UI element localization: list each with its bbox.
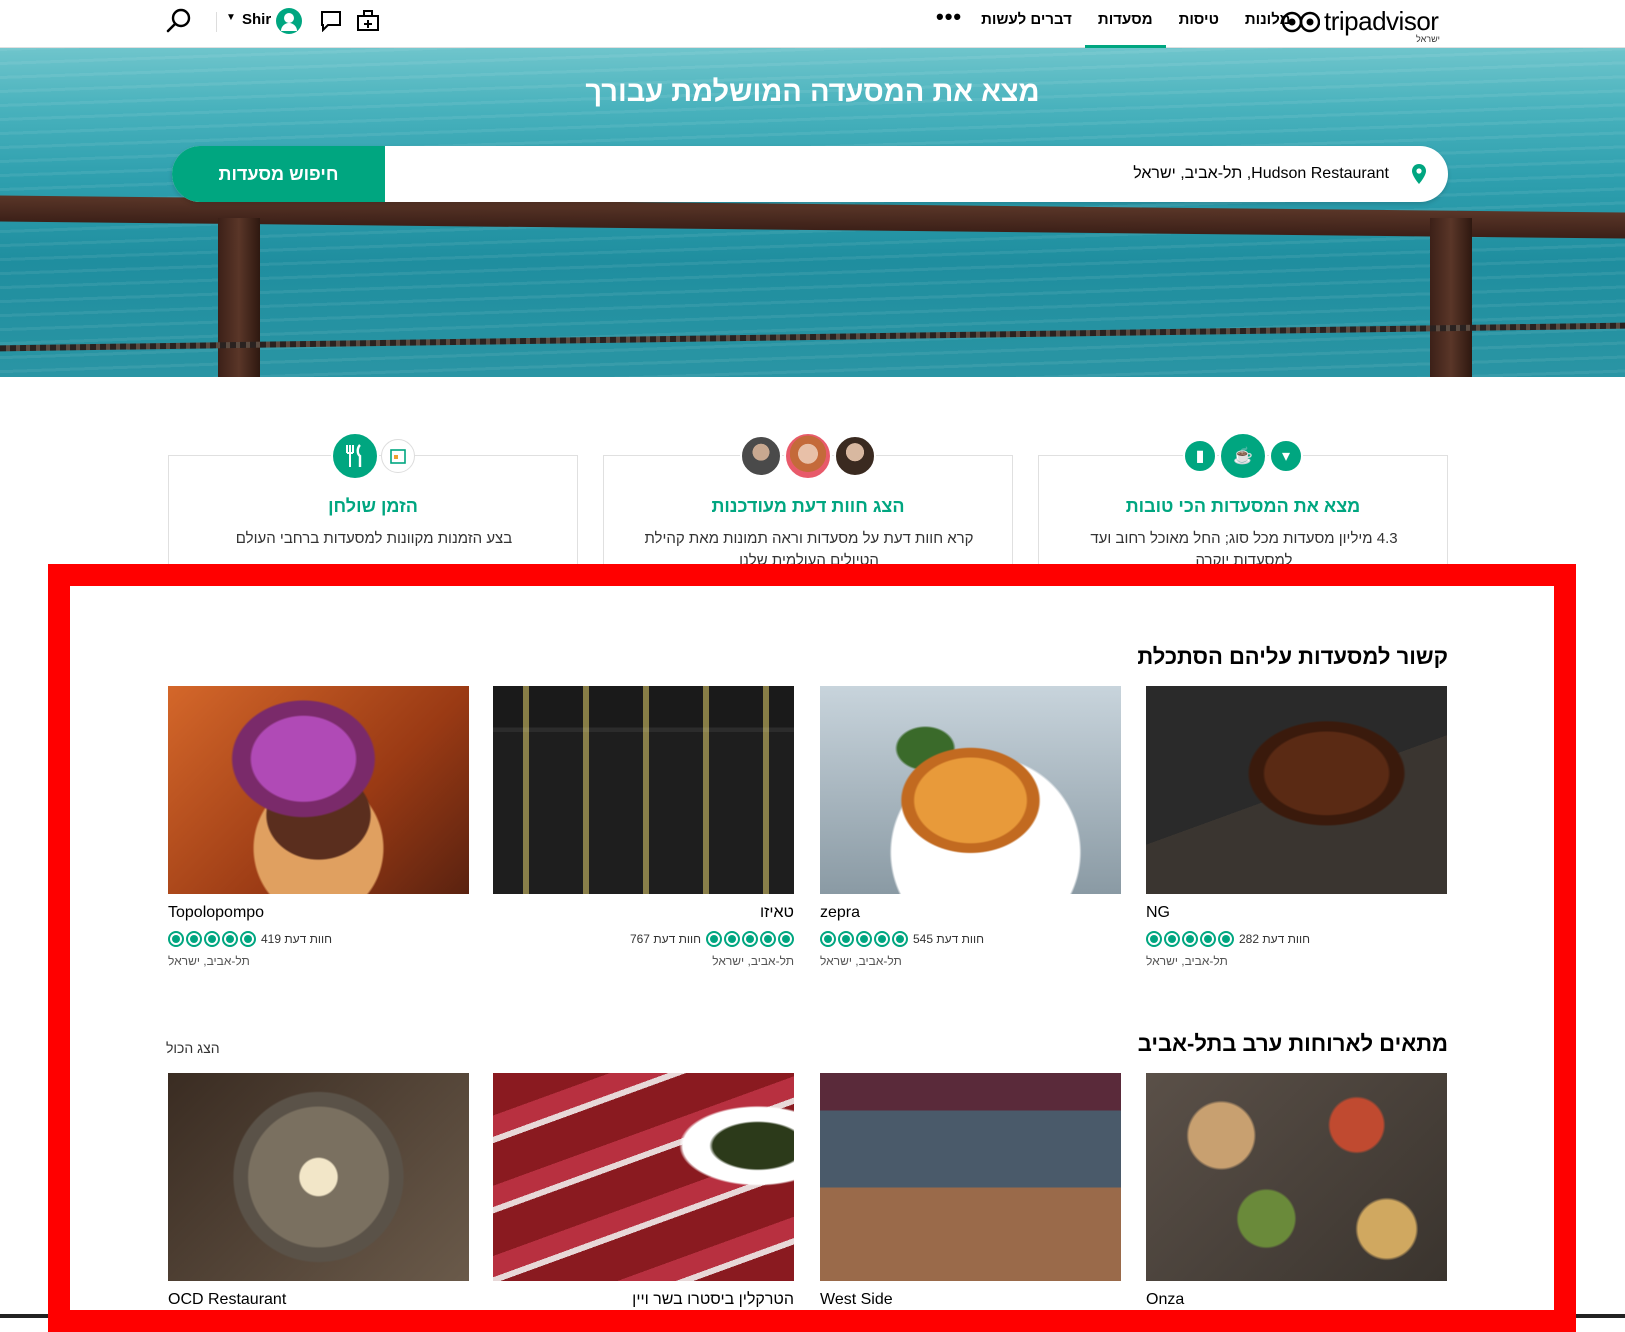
restaurant-name[interactable]: Onza — [1146, 1291, 1184, 1309]
restaurant-photo[interactable] — [168, 1073, 469, 1281]
restaurant-name[interactable]: West Side — [820, 1291, 893, 1309]
nav-things-to-do[interactable]: דברים לעשות — [968, 0, 1085, 48]
restaurant-name[interactable]: Topolopompo — [168, 904, 264, 922]
restaurant-name[interactable]: zepra — [820, 904, 860, 922]
section-title-recently-viewed: קשור למסעדות עליהם הסתכלת — [1137, 644, 1448, 669]
reviewer-avatar — [784, 432, 832, 480]
feature-title: הזמן שולחן — [328, 496, 418, 516]
restaurant-name[interactable]: טאיזו — [760, 904, 794, 922]
restaurant-location: תל-אביב, ישראל — [1146, 954, 1228, 968]
nav-hotels[interactable]: מלונות — [1232, 0, 1304, 48]
feature-reviews: הצג חוות דעת מעודכנות קרא חוות דעת על מס… — [603, 432, 1013, 575]
feature-icons — [169, 432, 577, 480]
tripadvisor-logo[interactable]: tripadvisor ישראל — [1282, 6, 1450, 44]
section-title-dinner: מתאים לארוחות ערב בתל-אביב — [1137, 1031, 1448, 1056]
rating-row: 545 חוות דעת — [820, 931, 984, 947]
feature-title: הצג חוות דעת מעודכנות — [711, 496, 905, 516]
restaurant-photo[interactable] — [493, 1073, 794, 1281]
restaurant-photo[interactable] — [493, 686, 794, 894]
reviewer-avatars — [604, 432, 1012, 480]
feature-description: בצע הזמנות מקוונות למסעדות ברחבי העולם — [235, 530, 513, 547]
show-all-link[interactable]: הצג הכול — [166, 1040, 220, 1056]
search-restaurants-button[interactable]: חיפוש מסעדות — [172, 146, 385, 202]
restaurant-photo[interactable] — [168, 686, 469, 894]
user-name[interactable]: Shir — [242, 11, 271, 28]
top-navigation: tripadvisor ישראל מלונות טיסות מסעדות דב… — [0, 0, 1625, 48]
trips-icon[interactable] — [356, 8, 380, 34]
nav-more-button[interactable]: ••• — [918, 0, 968, 48]
fork-knife-icon — [331, 432, 379, 480]
reviewer-avatar — [834, 435, 876, 477]
rating-bubbles — [1146, 931, 1234, 947]
nav-divider — [216, 12, 217, 32]
highlight-frame-bottom — [48, 1310, 1576, 1332]
caret-down-icon[interactable]: ▼ — [226, 12, 236, 23]
logo-wordmark: tripadvisor — [1324, 6, 1439, 36]
railing-post — [1430, 218, 1472, 377]
restaurant-photo[interactable] — [820, 686, 1121, 894]
feature-book-table: הזמן שולחן בצע הזמנות מקוונות למסעדות בר… — [168, 432, 578, 575]
restaurant-location: תל-אביב, ישראל — [168, 954, 250, 968]
restaurant-name[interactable]: OCD Restaurant — [168, 1291, 286, 1309]
review-count[interactable]: 545 חוות דעת — [913, 932, 984, 946]
drink-icon: ▮ — [1183, 439, 1217, 473]
page-divider — [1576, 1314, 1625, 1318]
feature-title: מצא את המסעדות הכי טובות — [1125, 496, 1361, 516]
location-pin-icon — [1412, 164, 1426, 184]
search-icon[interactable] — [166, 8, 192, 34]
restaurant-location: תל-אביב, ישראל — [712, 954, 794, 968]
reviewer-avatar — [740, 435, 782, 477]
review-count[interactable]: 767 חוות דעת — [630, 932, 701, 946]
logo-country: ישראל — [1416, 34, 1440, 44]
page-divider — [0, 1314, 48, 1318]
ice-cream-icon: ▾ — [1269, 439, 1303, 473]
rating-bubbles — [168, 931, 256, 947]
rating-bubbles — [706, 931, 794, 947]
feature-icons: ▾ ☕ ▮ — [1039, 432, 1447, 480]
restaurant-search-bar: חיפוש מסעדות — [172, 146, 1448, 202]
review-count[interactable]: 282 חוות דעת — [1239, 932, 1310, 946]
coffee-icon: ☕ — [1219, 432, 1267, 480]
review-count[interactable]: 419 חוות דעת — [261, 932, 332, 946]
rating-row: 767 חוות דעת — [630, 931, 794, 947]
railing-post — [218, 218, 260, 377]
restaurant-photo[interactable] — [820, 1073, 1121, 1281]
rating-row: 419 חוות דעת — [168, 931, 332, 947]
main-nav-links: מלונות טיסות מסעדות דברים לעשות ••• — [918, 0, 1304, 48]
hero-title: מצא את המסעדה המושלמת עבורך — [585, 76, 1040, 108]
restaurant-name[interactable]: הטרקלין ביסטרו בשר ויין — [632, 1291, 794, 1309]
restaurant-photo[interactable] — [1146, 1073, 1447, 1281]
nav-flights[interactable]: טיסות — [1166, 0, 1232, 48]
hero-banner: מצא את המסעדה המושלמת עבורך חיפוש מסעדות — [0, 48, 1625, 377]
message-icon[interactable] — [320, 10, 342, 32]
location-search-input[interactable] — [385, 146, 1395, 202]
feature-best-restaurants: ▾ ☕ ▮ מצא את המסעדות הכי טובות 4.3 מיליו… — [1038, 432, 1448, 575]
restaurant-name[interactable]: NG — [1146, 904, 1170, 922]
calendar-icon — [381, 439, 415, 473]
rating-row: 282 חוות דעת — [1146, 931, 1310, 947]
restaurant-location: תל-אביב, ישראל — [820, 954, 902, 968]
nav-restaurants[interactable]: מסעדות — [1084, 0, 1166, 48]
user-avatar[interactable] — [276, 8, 302, 34]
rating-bubbles — [820, 931, 908, 947]
restaurant-photo[interactable] — [1146, 686, 1447, 894]
